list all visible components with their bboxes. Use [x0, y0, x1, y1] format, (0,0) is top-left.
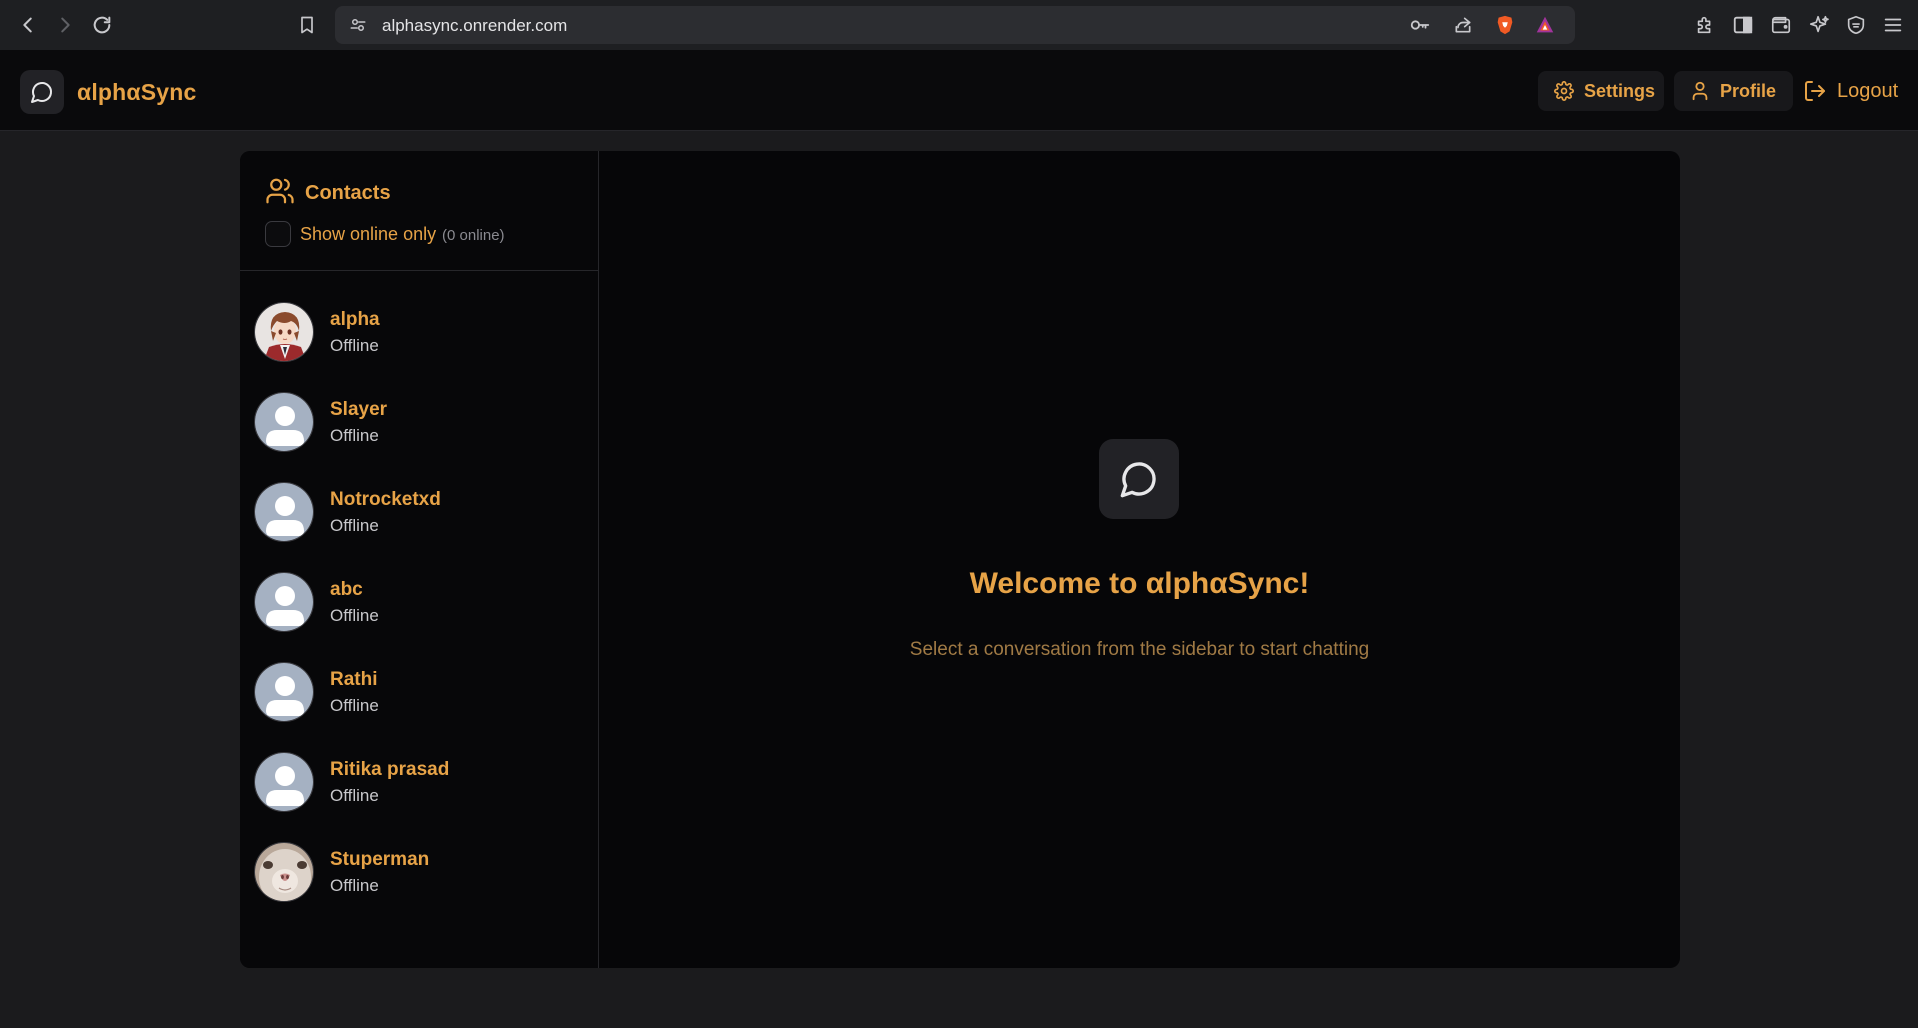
address-bar[interactable]: alphasync.onrender.com: [335, 6, 1575, 44]
brave-rewards-icon[interactable]: [1534, 14, 1556, 36]
logout-button[interactable]: Logout: [1803, 71, 1898, 111]
default-avatar-icon: [254, 572, 314, 632]
contact-status: Offline: [330, 876, 379, 895]
show-online-checkbox[interactable]: [265, 221, 291, 247]
contact-item[interactable]: abc Offline: [240, 557, 599, 647]
contact-name: Rathi: [330, 669, 378, 690]
contact-name: Slayer: [330, 399, 388, 420]
logout-label: Logout: [1837, 79, 1899, 102]
default-avatar-icon: [254, 662, 314, 722]
show-online-label[interactable]: Show online only: [300, 224, 436, 245]
contact-name: Ritika prasad: [330, 759, 450, 780]
contacts-title: Contacts: [305, 182, 391, 204]
contact-name: abc: [330, 579, 363, 600]
bookmark-icon[interactable]: [295, 13, 319, 37]
brand-name[interactable]: αlphαSync: [77, 79, 197, 106]
sidebar-toggle-icon[interactable]: [1731, 13, 1755, 37]
extensions-icon[interactable]: [1693, 13, 1717, 37]
browser-toolbar: alphasync.onrender.com: [0, 0, 1918, 50]
forward-icon[interactable]: [53, 13, 77, 37]
user-icon: [1689, 80, 1711, 102]
contact-name: Stuperman: [330, 849, 430, 870]
default-avatar-icon: [254, 392, 314, 452]
brave-shields-icon[interactable]: [1494, 14, 1516, 36]
back-icon[interactable]: [16, 13, 40, 37]
chat-panel: Contacts Show online only (0 online) alp…: [240, 151, 1680, 968]
contacts-sidebar: Contacts Show online only (0 online) alp…: [240, 151, 599, 968]
contact-name: alpha: [330, 309, 380, 330]
key-icon[interactable]: [1409, 14, 1431, 36]
url-text[interactable]: alphasync.onrender.com: [382, 16, 567, 36]
welcome-subtitle: Select a conversation from the sidebar t…: [909, 639, 1370, 660]
contact-item[interactable]: Slayer Offline: [240, 377, 599, 467]
users-icon: [265, 176, 295, 206]
contact-status: Offline: [330, 516, 379, 535]
welcome-area: Welcome to αlphαSync! Select a conversat…: [599, 151, 1680, 968]
avatar: [254, 302, 314, 362]
contact-item[interactable]: Ritika prasad Offline: [240, 737, 599, 827]
reload-icon[interactable]: [90, 13, 114, 37]
profile-label: Profile: [1720, 80, 1777, 101]
menu-icon[interactable]: [1881, 13, 1905, 37]
logo-chat-icon[interactable]: [20, 70, 64, 114]
gear-icon: [1553, 80, 1575, 102]
contact-status: Offline: [330, 786, 379, 805]
settings-label: Settings: [1584, 80, 1656, 101]
online-count: (0 online): [442, 227, 505, 244]
contact-item[interactable]: alpha Offline: [240, 287, 599, 377]
welcome-title: Welcome to αlphαSync!: [969, 567, 1310, 600]
default-avatar-icon: [254, 482, 314, 542]
chat-bubble-icon: [1099, 439, 1179, 519]
contact-item[interactable]: Rathi Offline: [240, 647, 599, 737]
contacts-header: Contacts Show online only (0 online): [240, 151, 599, 271]
contact-item[interactable]: Stuperman Offline: [240, 827, 599, 917]
contact-item[interactable]: Notrocketxd Offline: [240, 467, 599, 557]
app-header: αlphαSync Settings Profile Logout: [0, 50, 1918, 131]
site-settings-icon[interactable]: [347, 14, 369, 36]
contact-status: Offline: [330, 336, 379, 355]
contact-status: Offline: [330, 606, 379, 625]
share-icon[interactable]: [1452, 14, 1474, 36]
default-avatar-icon: [254, 752, 314, 812]
contact-status: Offline: [330, 696, 379, 715]
contact-status: Offline: [330, 426, 379, 445]
wallet-icon[interactable]: [1769, 13, 1793, 37]
settings-button[interactable]: Settings: [1538, 71, 1664, 111]
vpn-shield-icon[interactable]: [1844, 13, 1868, 37]
logout-icon: [1803, 79, 1827, 103]
contact-name: Notrocketxd: [330, 489, 441, 510]
avatar: [254, 842, 314, 902]
profile-button[interactable]: Profile: [1674, 71, 1793, 111]
leo-ai-icon[interactable]: [1807, 13, 1831, 37]
